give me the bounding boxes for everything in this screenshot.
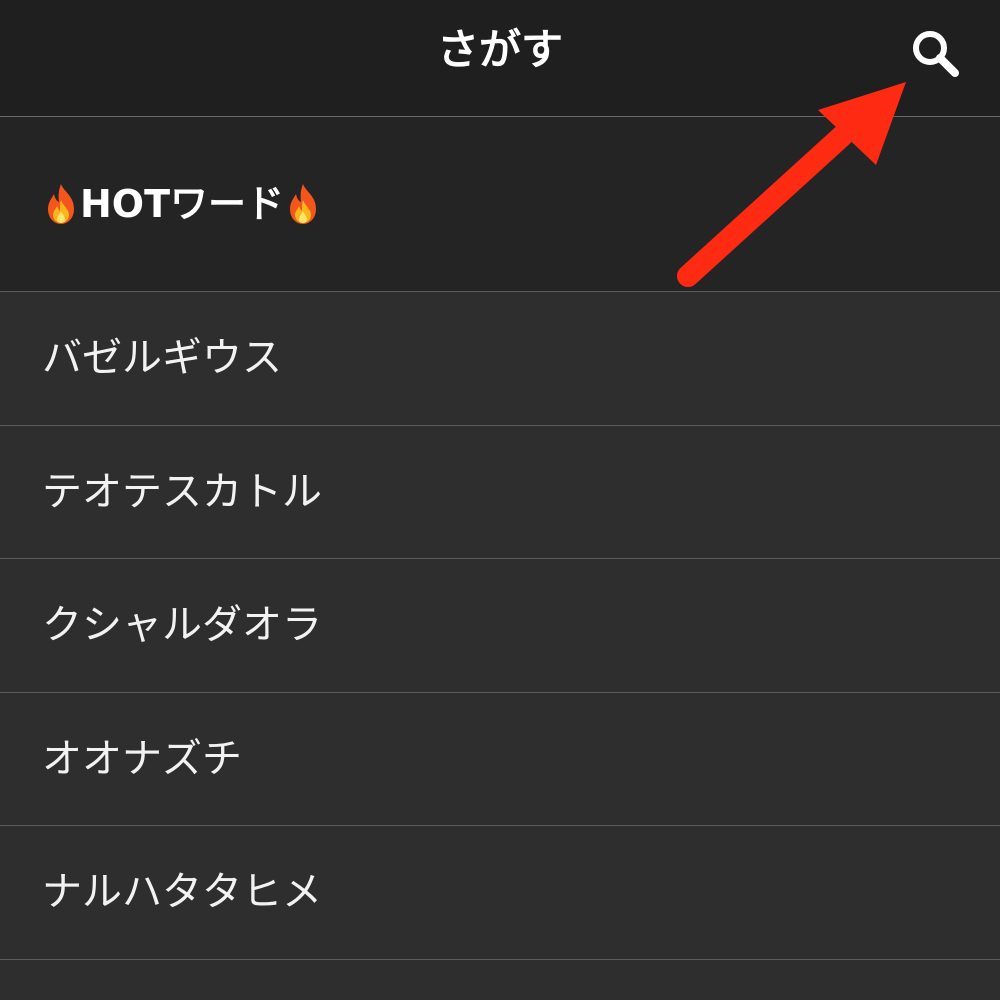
hot-words-heading: HOTワード [42,179,322,229]
list-item-label: テオテスカトル [42,468,322,515]
page-title: さがす [436,25,563,74]
list-item-label: オオナズチ [42,735,242,782]
fire-icon [48,184,74,224]
hot-words-label: HOTワード [80,182,285,226]
fire-icon [290,184,317,224]
list-item-label: バゼルギウス [42,335,282,381]
list-item[interactable]: バゼルギウス [0,292,1000,426]
hot-words-list: バゼルギウス テオテスカトル クシャルダオラ オオナズチ ナルハタタヒメ [0,292,1000,960]
list-item-label: クシャルダオラ [42,602,322,648]
list-item[interactable]: オオナズチ [0,692,1000,826]
search-button[interactable] [900,22,970,82]
list-item[interactable]: クシャルダオラ [0,559,1000,693]
list-item-label: ナルハタタヒメ [42,869,322,915]
list-item[interactable]: テオテスカトル [0,425,1000,559]
hot-words-section: HOTワード [0,117,1000,292]
search-screen: さがす HOTワード バゼルギウス テオテスカトル クシャルダオラ オオナズチ … [0,0,1000,1000]
search-icon [913,31,959,77]
navigation-bar: さがす [0,0,1000,117]
list-item[interactable]: ナルハタタヒメ [0,826,1000,960]
